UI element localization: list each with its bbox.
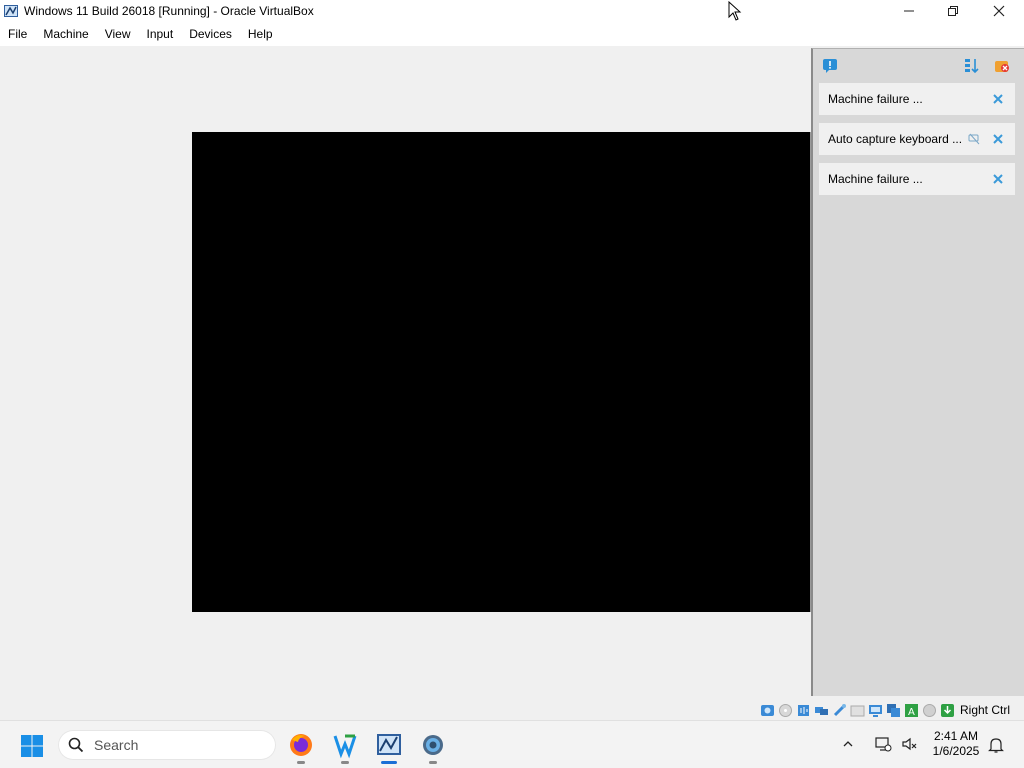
mouse-cursor-icon (728, 1, 742, 21)
running-indicator (429, 761, 437, 764)
menu-file[interactable]: File (0, 27, 35, 41)
notification-center-icon[interactable] (821, 57, 839, 75)
minimize-button[interactable] (886, 0, 932, 22)
taskbar-search-box[interactable]: Search (58, 730, 276, 760)
minimize-icon (904, 10, 914, 12)
taskbar-clock[interactable]: 2:41 AM 1/6/2025 (924, 729, 988, 759)
vm-screen[interactable] (192, 132, 812, 612)
notification-item[interactable]: Auto capture keyboard ... (819, 123, 1015, 155)
menu-view[interactable]: View (97, 27, 139, 41)
notification-toolbar (813, 49, 1024, 81)
close-notification-button[interactable] (991, 132, 1005, 146)
windows-start-icon[interactable] (20, 734, 44, 758)
virtualbox-app-icon[interactable] (3, 3, 19, 19)
close-notification-button[interactable] (991, 172, 1005, 186)
do-not-show-again-button[interactable] (967, 132, 981, 146)
menu-machine[interactable]: Machine (35, 27, 96, 41)
notification-item[interactable]: Machine failure ... (819, 163, 1015, 195)
video-capture-icon[interactable] (886, 703, 901, 718)
menu-input[interactable]: Input (139, 27, 182, 41)
close-notification-button[interactable] (991, 92, 1005, 106)
windows-taskbar: Search 2:41 AM 1/6/2025 (0, 720, 1024, 768)
notification-label: Machine failure ... (828, 172, 923, 186)
menu-bar: File Machine View Input Devices Help (0, 22, 1024, 46)
clock-date: 1/6/2025 (932, 744, 980, 758)
clock-time: 2:41 AM (933, 729, 979, 743)
usb-icon[interactable] (832, 703, 847, 718)
display-icon[interactable] (868, 703, 883, 718)
active-indicator (381, 761, 397, 764)
audio-icon[interactable] (796, 703, 811, 718)
toggle-sort-icon[interactable] (963, 57, 981, 75)
dismiss-all-icon[interactable] (993, 57, 1011, 75)
network-icon[interactable] (814, 703, 829, 718)
running-indicator (341, 761, 349, 764)
close-button[interactable] (976, 0, 1022, 22)
close-icon (993, 5, 1005, 17)
hard-disk-icon[interactable] (760, 703, 775, 718)
close-icon (993, 134, 1003, 144)
search-placeholder: Search (94, 737, 139, 753)
mute-message-icon (968, 133, 980, 145)
cpu-activity-icon[interactable] (922, 703, 937, 718)
vs-code-icon[interactable] (331, 731, 359, 759)
menu-help[interactable]: Help (240, 27, 281, 41)
settings-gear-icon[interactable] (419, 731, 447, 759)
notification-center: Machine failure ... Auto capture keyboar… (811, 48, 1024, 696)
shared-folders-icon[interactable] (850, 703, 865, 718)
running-indicator (297, 761, 305, 764)
menu-devices[interactable]: Devices (181, 27, 240, 41)
notification-label: Machine failure ... (828, 92, 923, 106)
notification-label: Auto capture keyboard ... (828, 132, 963, 146)
host-key-indicator-icon[interactable] (940, 703, 955, 718)
search-icon (68, 737, 84, 753)
vm-status-bar: A Right Ctrl (760, 700, 1024, 720)
optical-drive-icon[interactable] (778, 703, 793, 718)
show-hidden-icons-chevron-icon[interactable] (842, 737, 854, 753)
close-icon (993, 94, 1003, 104)
host-key-label: Right Ctrl (960, 703, 1011, 717)
guest-additions-icon[interactable]: A (904, 703, 919, 718)
volume-muted-tray-icon[interactable] (900, 735, 918, 753)
maximize-button[interactable] (930, 0, 976, 22)
notification-item[interactable]: Machine failure ... (819, 83, 1015, 115)
title-bar: Windows 11 Build 26018 [Running] - Oracl… (0, 0, 1024, 22)
network-tray-icon[interactable] (874, 735, 892, 753)
notification-bell-icon[interactable] (988, 736, 1004, 754)
firefox-icon[interactable] (287, 731, 315, 759)
svg-text:A: A (908, 707, 915, 718)
close-icon (993, 174, 1003, 184)
window-title: Windows 11 Build 26018 [Running] - Oracl… (24, 4, 314, 18)
virtualbox-taskbar-icon[interactable] (375, 731, 403, 759)
restore-icon (948, 6, 958, 16)
